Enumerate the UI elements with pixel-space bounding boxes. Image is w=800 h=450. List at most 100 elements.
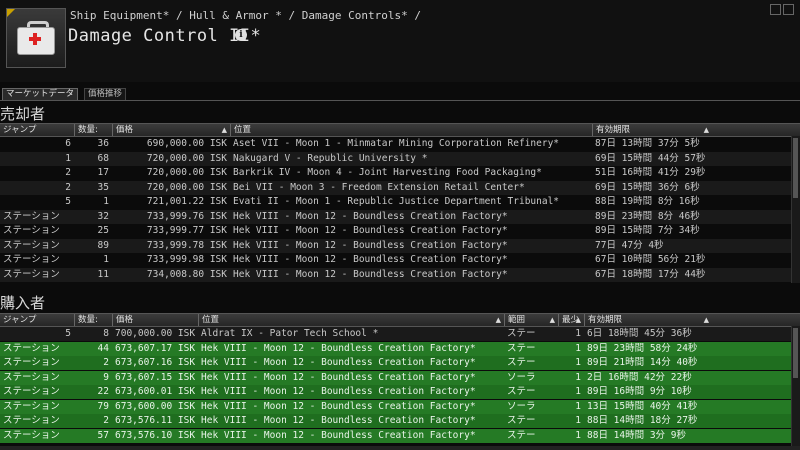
breadcrumb[interactable]: Ship Equipment* / Hull & Armor * / Damag… xyxy=(70,9,421,22)
cell-price: 673,576.11 ISK xyxy=(115,415,196,426)
table-row[interactable]: ステーション 9 673,607.15 ISK Hek VIII - Moon 12 … xyxy=(0,370,800,385)
cell-location: Hek VIII - Moon 12 - Boundless Creation … xyxy=(233,225,508,236)
table-row[interactable]: 2 35 720,000.00 ISK Bei VII - Moon 3 - Free… xyxy=(0,180,800,195)
table-row[interactable]: 5 8 700,000.00 ISK Aldrat IX - Pator Tech S… xyxy=(0,327,800,341)
cell-expires: 69日 15時間 44分 57秒 xyxy=(595,152,706,164)
table-row[interactable]: ステーション 11 734,008.80 ISK Hek VIII - Moon 12… xyxy=(0,267,800,282)
cell-price: 733,999.78 ISK xyxy=(146,239,227,251)
minimize-icon[interactable] xyxy=(770,4,781,15)
cell-expires: 89日 21時間 14分 40秒 xyxy=(587,357,698,368)
info-icon[interactable]: i xyxy=(235,29,247,41)
sort-ascending-icon: ▲ xyxy=(703,126,709,134)
cell-expires: 88日 14時間 18分 27秒 xyxy=(587,415,698,426)
cell-location: Hek VIII - Moon 12 - Boundless Creation … xyxy=(201,415,476,426)
tab-price-history[interactable]: 価格推移 xyxy=(84,88,127,100)
sort-ascending-icon: ▲ xyxy=(575,316,581,324)
cell-price: 673,600.01 ISK xyxy=(115,386,196,397)
cell-jumps: ステーション xyxy=(3,400,60,412)
cell-location: Hek VIII - Moon 12 - Boundless Creation … xyxy=(233,268,508,280)
window-controls[interactable] xyxy=(770,4,794,18)
cell-jumps: ステーション xyxy=(3,415,60,426)
column-expires[interactable]: 有効期限 ▲ xyxy=(584,314,712,326)
cell-location: Hek VIII - Moon 12 - Boundless Creation … xyxy=(201,371,476,383)
medkit-icon[interactable] xyxy=(6,8,66,68)
cell-min-volume: 1 xyxy=(575,328,581,339)
column-price[interactable]: 価格 ▲ xyxy=(112,124,230,136)
cell-expires: 6日 18時間 45分 36秒 xyxy=(587,328,692,339)
buyers-scroll-thumb[interactable] xyxy=(793,328,798,378)
cell-jumps: 5 xyxy=(65,196,71,207)
cell-location: Hek VIII - Moon 12 - Boundless Creation … xyxy=(201,400,476,412)
table-row[interactable]: ステーション 32 733,999.76 ISK Hek VIII - Moon 12… xyxy=(0,209,800,224)
cell-location: Hek VIII - Moon 12 - Boundless Creation … xyxy=(201,357,476,368)
cell-expires: 89日 15時間 7分 34秒 xyxy=(595,225,700,236)
cell-price: 673,576.10 ISK xyxy=(115,429,196,441)
table-row[interactable]: 6 36 690,000.00 ISK Aset VII - Moon 1 - Min… xyxy=(0,137,800,151)
cell-location: Aset VII - Moon 1 - Minmatar Mining Corp… xyxy=(233,138,560,149)
cell-quantity: 17 xyxy=(97,167,109,178)
column-jumps[interactable]: ジャンプ xyxy=(0,124,74,136)
table-row[interactable]: 2 17 720,000.00 ISK Barkrik IV - Moon 4 - J… xyxy=(0,166,800,180)
cell-location: Nakugard V - Republic University * xyxy=(233,152,428,164)
table-row[interactable]: ステーション 1 733,999.98 ISK Hek VIII - Moon 12 … xyxy=(0,253,800,267)
cell-price: 733,999.98 ISK xyxy=(146,254,227,265)
sellers-scrollbar[interactable] xyxy=(791,136,800,283)
cell-price: 721,001.22 ISK xyxy=(146,196,227,207)
page-title: Damage Control II* xyxy=(68,26,262,46)
buyers-table: ジャンプ 数量: 価格 位置 ▲ 範囲 ▲ 最少 ▲ 有効期限 ▲ 5 8 700,000.… xyxy=(0,313,800,446)
cell-expires: 89日 16時間 9分 10秒 xyxy=(587,386,692,397)
table-row[interactable]: ステーション 2 673,607.16 ISK Hek VIII - Moon 12 … xyxy=(0,356,800,370)
cell-quantity: 1 xyxy=(103,254,109,265)
buyers-scrollbar[interactable] xyxy=(791,326,800,446)
column-quantity[interactable]: 数量: xyxy=(74,314,112,326)
cell-quantity: 11 xyxy=(97,268,109,280)
cell-jumps: ステーション xyxy=(3,429,60,441)
cell-location: Bei VII - Moon 3 - Freedom Extension Ret… xyxy=(233,181,525,193)
tab-market-data[interactable]: マーケットデータ xyxy=(2,88,79,100)
table-row[interactable]: ステーション 22 673,600.01 ISK Hek VIII - Moon 12… xyxy=(0,385,800,399)
cell-range: ステー xyxy=(507,342,536,354)
column-location[interactable]: 位置 ▲ xyxy=(198,314,504,326)
table-row[interactable]: 1 68 720,000.00 ISK Nakugard V - Republic U… xyxy=(0,151,800,166)
table-row[interactable]: ステーション 89 733,999.78 ISK Hek VIII - Moon 12… xyxy=(0,238,800,253)
table-row[interactable]: 5 1 721,001.22 ISK Evati II - Moon 1 - Repu… xyxy=(0,195,800,209)
sort-ascending-icon: ▲ xyxy=(495,316,501,324)
cell-jumps: ステーション xyxy=(3,342,60,354)
column-quantity[interactable]: 数量: xyxy=(74,124,112,136)
cell-price: 673,607.15 ISK xyxy=(115,371,196,383)
cell-location: Hek VIII - Moon 12 - Boundless Creation … xyxy=(233,254,508,265)
column-expires[interactable]: 有効期限 ▲ xyxy=(592,124,712,136)
cell-location: Hek VIII - Moon 12 - Boundless Creation … xyxy=(201,429,476,441)
column-price[interactable]: 価格 xyxy=(112,314,198,326)
cell-jumps: 1 xyxy=(65,152,71,164)
column-expires-label: 有効期限 xyxy=(596,125,631,135)
cell-quantity: 79 xyxy=(97,400,109,412)
close-icon[interactable] xyxy=(783,4,794,15)
column-min-volume[interactable]: 最少 ▲ xyxy=(558,314,584,326)
table-row[interactable]: ステーション 79 673,600.00 ISK Hek VIII - Moon 12… xyxy=(0,399,800,414)
table-row[interactable]: ステーション 2 673,576.11 ISK Hek VIII - Moon 12 … xyxy=(0,414,800,428)
cell-expires: 2日 16時間 42分 22秒 xyxy=(587,371,692,383)
cell-location: Hek VIII - Moon 12 - Boundless Creation … xyxy=(201,386,476,397)
table-row[interactable]: ステーション 25 733,999.77 ISK Hek VIII - Moon 12… xyxy=(0,224,800,238)
cell-expires: 51日 16時間 41分 29秒 xyxy=(595,167,706,178)
cell-price: 720,000.00 ISK xyxy=(146,167,227,178)
cell-min-volume: 1 xyxy=(575,429,581,441)
cell-range: ステー xyxy=(507,429,536,441)
table-row[interactable]: ステーション 57 673,576.10 ISK Hek VIII - Moon 12… xyxy=(0,428,800,443)
cell-jumps: ステーション xyxy=(3,386,60,397)
column-price-label: 価格 xyxy=(116,125,134,135)
cell-range: ステー xyxy=(507,386,536,397)
cell-jumps: ステーション xyxy=(3,357,60,368)
column-location[interactable]: 位置 xyxy=(230,124,592,136)
column-jumps[interactable]: ジャンプ xyxy=(0,314,74,326)
table-row[interactable]: ステーション 44 673,607.17 ISK Hek VIII - Moon 12… xyxy=(0,341,800,356)
cell-jumps: ステーション xyxy=(3,268,60,280)
cell-location: Hek VIII - Moon 12 - Boundless Creation … xyxy=(233,239,508,251)
sellers-header: ジャンプ 数量: 価格 ▲ 位置 有効期限 ▲ xyxy=(0,123,800,137)
cell-expires: 13日 15時間 40分 41秒 xyxy=(587,400,698,412)
cell-range: ステー xyxy=(507,328,536,339)
cell-expires: 88日 19時間 8分 16秒 xyxy=(595,196,700,207)
sellers-scroll-thumb[interactable] xyxy=(793,138,798,198)
column-range[interactable]: 範囲 ▲ xyxy=(504,314,558,326)
